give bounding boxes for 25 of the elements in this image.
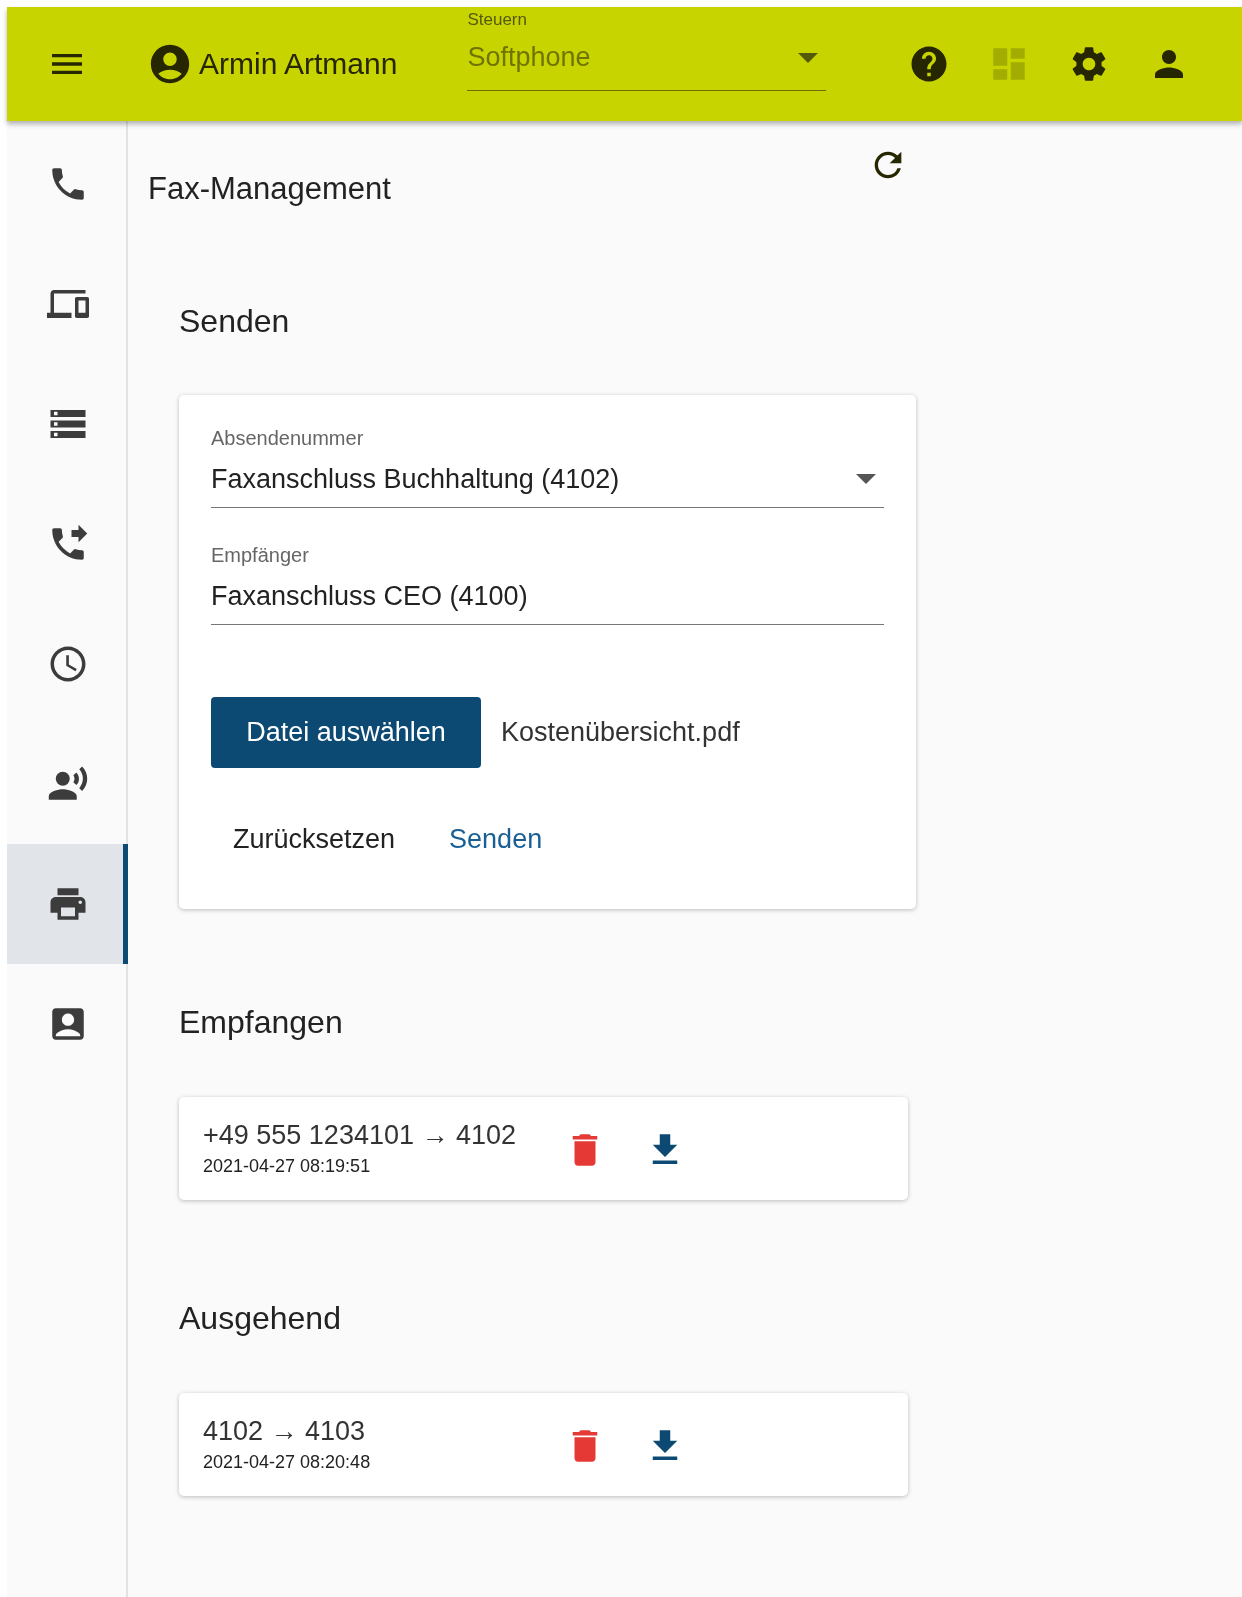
send-button[interactable]: Senden — [427, 814, 565, 864]
field-value: Faxanschluss Buchhaltung (4102) — [211, 463, 620, 496]
section-heading: Empfangen — [179, 1003, 344, 1041]
caret-icon — [856, 474, 876, 484]
page-title: Fax-Management — [148, 171, 391, 207]
field-label: Absendenummer — [211, 426, 365, 450]
fax-route: 4102 → 4103 — [203, 1415, 367, 1447]
sidebar-item[interactable] — [7, 844, 128, 964]
section-heading: Senden — [179, 302, 291, 340]
control-select[interactable]: Steuern Softphone — [467, 7, 827, 91]
recipient-field[interactable]: Empfänger Faxanschluss CEO (4100) — [211, 543, 884, 625]
file-name: Kostenübersicht.pdf — [501, 717, 740, 748]
fax-timestamp: 2021-04-27 08:19:51 — [203, 1155, 372, 1177]
select-label: Steuern — [467, 10, 528, 30]
section-heading: Ausgehend — [179, 1299, 342, 1337]
choose-file-button[interactable]: Datei auswählen — [211, 697, 481, 768]
user-name: Armin Artmann — [199, 47, 398, 81]
field-value: Faxanschluss CEO (4100) — [211, 580, 528, 613]
select-value: Softphone — [467, 42, 591, 73]
fax-timestamp: 2021-04-27 08:20:48 — [203, 1451, 372, 1473]
fax-route: +49 555 1234101 → 4102 — [203, 1119, 518, 1151]
field-label: Empfänger — [211, 543, 310, 567]
reset-button[interactable]: Zurücksetzen — [211, 814, 418, 864]
caret-icon — [798, 52, 819, 63]
sender-select[interactable]: Absendenummer Faxanschluss Buchhaltung (4102) — [211, 426, 884, 508]
